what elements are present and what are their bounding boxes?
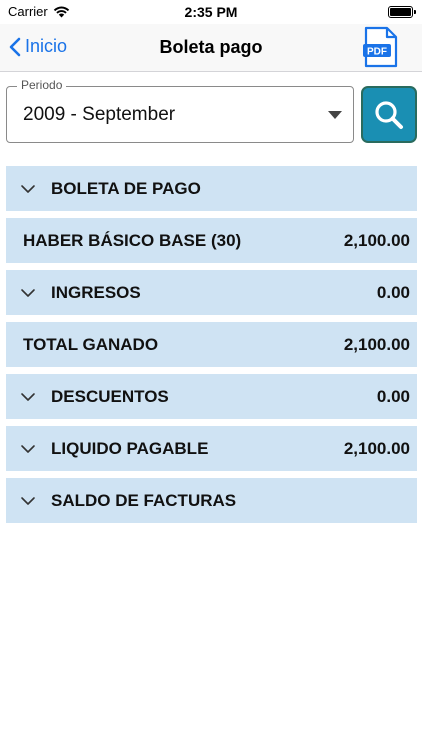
row-label: TOTAL GANADO <box>23 334 159 354</box>
period-value: 2009 - September <box>23 104 176 125</box>
chevron-down-icon <box>21 288 35 297</box>
row-value: 0.00 <box>376 386 410 406</box>
row-value: 2,100.00 <box>343 230 410 250</box>
row-value: 2,100.00 <box>343 334 410 354</box>
battery-icon <box>388 6 416 18</box>
period-label: Periodo <box>17 78 67 92</box>
chevron-down-icon <box>21 496 35 505</box>
dropdown-caret-icon <box>328 111 342 119</box>
row-label: BOLETA DE PAGO <box>51 178 201 198</box>
row-label: INGRESOS <box>51 282 141 302</box>
status-time: 2:35 PM <box>184 4 238 20</box>
status-bar: Carrier 2:35 PM <box>0 0 422 24</box>
page-title: Boleta pago <box>159 37 263 57</box>
chevron-down-icon <box>21 392 35 401</box>
search-icon <box>375 100 403 129</box>
row-haber-basico: HABER BÁSICO BASE (30) 2,100.00 <box>6 218 417 263</box>
row-value: 0.00 <box>376 282 410 302</box>
row-value: 2,100.00 <box>343 438 410 458</box>
section-descuentos[interactable]: DESCUENTOS 0.00 <box>6 374 417 419</box>
row-total-ganado: TOTAL GANADO 2,100.00 <box>6 322 417 367</box>
row-label: DESCUENTOS <box>51 386 169 406</box>
period-select[interactable]: Periodo 2009 - September <box>6 78 354 143</box>
chevron-down-icon <box>21 444 35 453</box>
section-liquido-pagable[interactable]: LIQUIDO PAGABLE 2,100.00 <box>6 426 417 471</box>
row-label: HABER BÁSICO BASE (30) <box>23 230 242 250</box>
search-button[interactable] <box>361 86 417 143</box>
pdf-file-icon: PDF <box>363 26 398 68</box>
pdf-icon-text: PDF <box>367 47 387 58</box>
chevron-down-icon <box>21 184 35 193</box>
section-ingresos[interactable]: INGRESOS 0.00 <box>6 270 417 315</box>
navigation-bar: Inicio Boleta pago PDF <box>0 24 422 72</box>
section-saldo-de-facturas[interactable]: SALDO DE FACTURAS <box>6 478 417 523</box>
payslip-sections: BOLETA DE PAGO HABER BÁSICO BASE (30) 2,… <box>6 166 417 530</box>
row-label: SALDO DE FACTURAS <box>51 490 237 510</box>
section-boleta-de-pago[interactable]: BOLETA DE PAGO <box>6 166 417 211</box>
row-label: LIQUIDO PAGABLE <box>51 438 209 458</box>
pdf-export-button[interactable]: PDF <box>363 26 399 68</box>
